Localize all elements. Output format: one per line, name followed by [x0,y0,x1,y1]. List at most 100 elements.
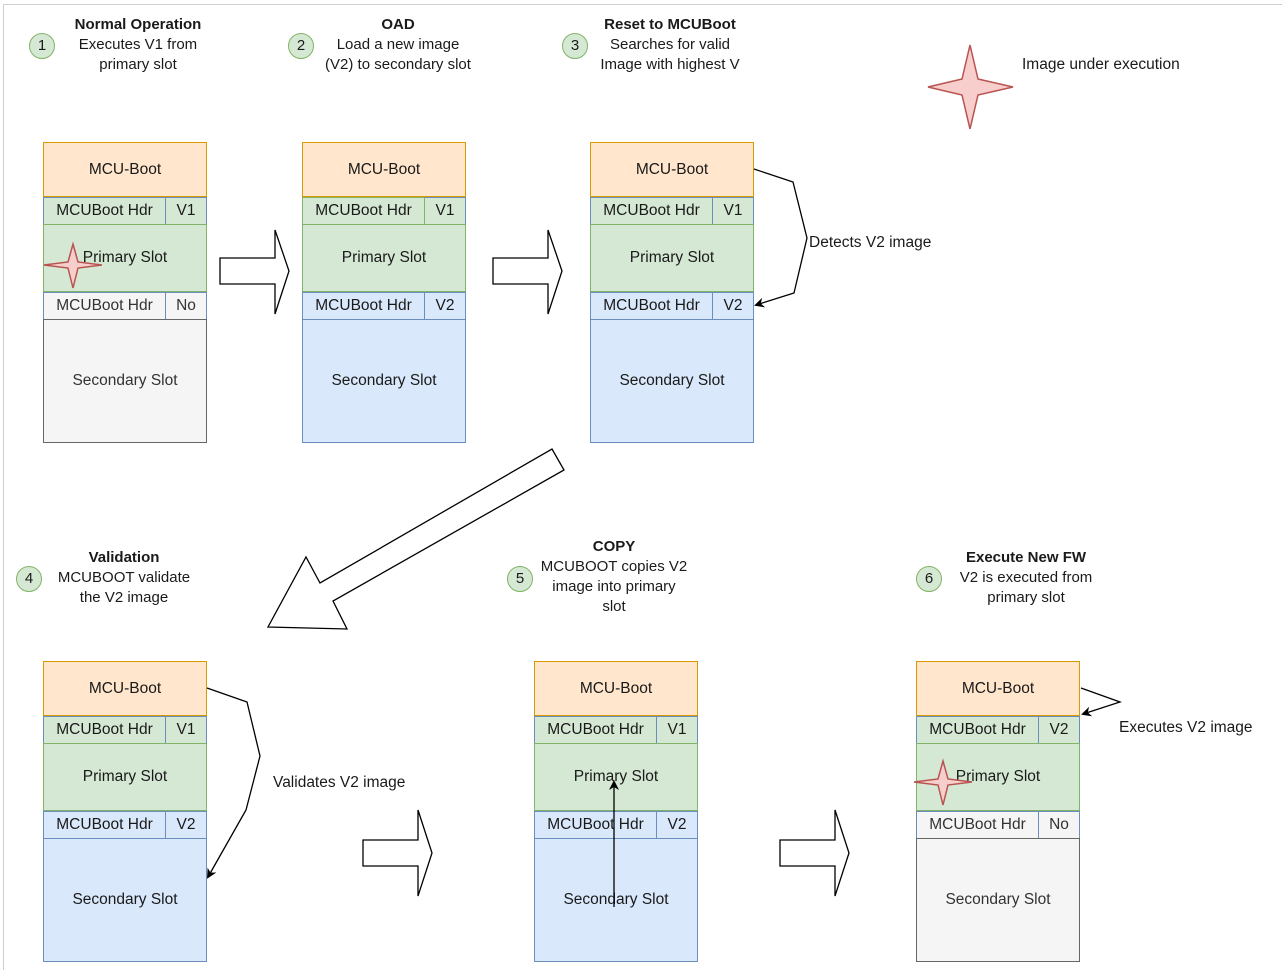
primary-header-name: MCUBoot Hdr [43,197,166,225]
secondary-header-version: V2 [166,811,207,839]
secondary-header-name: MCUBoot Hdr [590,292,713,320]
frame-left-border [3,4,4,970]
secondary-header-version: No [166,292,207,320]
step-1-line: Executes V1 from [78,36,198,53]
step-4-line: MCUBOOT validate [57,569,191,586]
primary-header-version: V1 [166,197,207,225]
step-1-title: Normal Operation [74,16,202,33]
secondary-header-version: V2 [425,292,466,320]
secondary-header-row: MCUBoot Hdr No [43,292,207,320]
step-5-title: COPY [592,538,636,555]
primary-header-version: V1 [657,716,698,744]
secondary-header-name: MCUBoot Hdr [302,292,425,320]
step-2-line: Load a new image [336,36,460,53]
primary-header-name: MCUBoot Hdr [43,716,166,744]
secondary-header-version: V2 [657,811,698,839]
detects-label: Detects V2 image [809,234,932,251]
step-2-line: (V2) to secondary slot [325,56,471,73]
flow-arrow-icon [779,809,850,897]
secondary-slot: Secondary Slot [43,838,207,962]
step-6-badge: 6 [916,566,942,592]
primary-header-name: MCUBoot Hdr [590,197,713,225]
primary-header-row: MCUBoot Hdr V1 [302,197,466,225]
primary-slot: Primary Slot [916,743,1080,811]
secondary-header-row: MCUBoot Hdr V2 [590,292,754,320]
primary-header-row: MCUBoot Hdr V1 [43,197,207,225]
step-6-caption: Execute New FW V2 is executed from prima… [944,548,1108,608]
flow-arrow-icon [266,448,565,630]
step-5-caption: COPY MCUBOOT copies V2 image into primar… [532,537,696,617]
secondary-header-name: MCUBoot Hdr [534,811,657,839]
secondary-header-row: MCUBoot Hdr V2 [534,811,698,839]
primary-slot: Primary Slot [43,224,207,292]
primary-header-row: MCUBoot Hdr V1 [534,716,698,744]
step-5-line: image into primary [552,578,676,595]
step-2-caption: OAD Load a new image (V2) to secondary s… [312,15,484,75]
executes-label: Executes V2 image [1119,719,1253,736]
primary-slot: Primary Slot [302,224,466,292]
mcu-boot-block: MCU-Boot [43,661,207,716]
step-5-line: MCUBOOT copies V2 [540,558,688,575]
mcu-boot-block: MCU-Boot [43,142,207,197]
step-3-line: Searches for valid [609,36,731,53]
primary-header-version: V2 [1039,716,1080,744]
step-4-line: the V2 image [79,589,169,606]
executes-connector [1080,687,1123,717]
secondary-header-row: MCUBoot Hdr V2 [43,811,207,839]
mcu-boot-block: MCU-Boot [916,661,1080,716]
validates-label: Validates V2 image [273,774,406,791]
mcu-boot-block: MCU-Boot [590,142,754,197]
flow-arrow-icon [492,229,563,315]
secondary-header-row: MCUBoot Hdr V2 [302,292,466,320]
legend-label: Image under execution [1022,56,1180,73]
primary-header-version: V1 [425,197,466,225]
frame-top-border [3,4,1282,5]
step-4-badge: 4 [16,566,42,592]
primary-header-name: MCUBoot Hdr [916,716,1039,744]
star-icon [927,44,1014,130]
step-3-caption: Reset to MCUBoot Searches for valid Imag… [586,15,754,75]
step-4-caption: Validation MCUBOOT validate the V2 image [44,548,204,608]
mcu-boot-block: MCU-Boot [534,661,698,716]
primary-slot: Primary Slot [534,743,698,811]
mcu-boot-block: MCU-Boot [302,142,466,197]
secondary-header-name: MCUBoot Hdr [916,811,1039,839]
primary-slot: Primary Slot [43,743,207,811]
flow-arrow-icon [219,229,290,315]
validates-connector [206,687,261,879]
step-6-line: V2 is executed from [959,569,1093,586]
secondary-slot: Secondary Slot [302,319,466,443]
step-5-badge: 5 [507,566,533,592]
primary-slot: Primary Slot [590,224,754,292]
step-1-badge: 1 [29,33,55,59]
primary-header-version: V1 [713,197,754,225]
primary-header-row: MCUBoot Hdr V1 [43,716,207,744]
secondary-slot: Secondary Slot [43,319,207,443]
secondary-header-name: MCUBoot Hdr [43,292,166,320]
step-6-line: primary slot [987,589,1065,606]
secondary-slot: Secondary Slot [590,319,754,443]
step-1-caption: Normal Operation Executes V1 from primar… [58,15,218,75]
step-3-title: Reset to MCUBoot [604,16,736,33]
secondary-header-row: MCUBoot Hdr No [916,811,1080,839]
step-4-title: Validation [88,549,160,566]
step-6-title: Execute New FW [965,549,1087,566]
primary-header-name: MCUBoot Hdr [534,716,657,744]
secondary-header-version: No [1039,811,1080,839]
primary-header-name: MCUBoot Hdr [302,197,425,225]
step-5-line: slot [602,598,626,615]
detects-connector [753,168,808,308]
step-2-title: OAD [381,16,415,33]
step-3-line: Image with highest V [600,56,740,73]
step-2-badge: 2 [288,33,314,59]
secondary-slot: Secondary Slot [534,838,698,962]
step-3-badge: 3 [562,33,588,59]
secondary-header-name: MCUBoot Hdr [43,811,166,839]
primary-header-row: MCUBoot Hdr V1 [590,197,754,225]
secondary-slot: Secondary Slot [916,838,1080,962]
primary-header-row: MCUBoot Hdr V2 [916,716,1080,744]
secondary-header-version: V2 [713,292,754,320]
flow-arrow-icon [362,809,433,897]
primary-header-version: V1 [166,716,207,744]
step-1-line: primary slot [99,56,177,73]
